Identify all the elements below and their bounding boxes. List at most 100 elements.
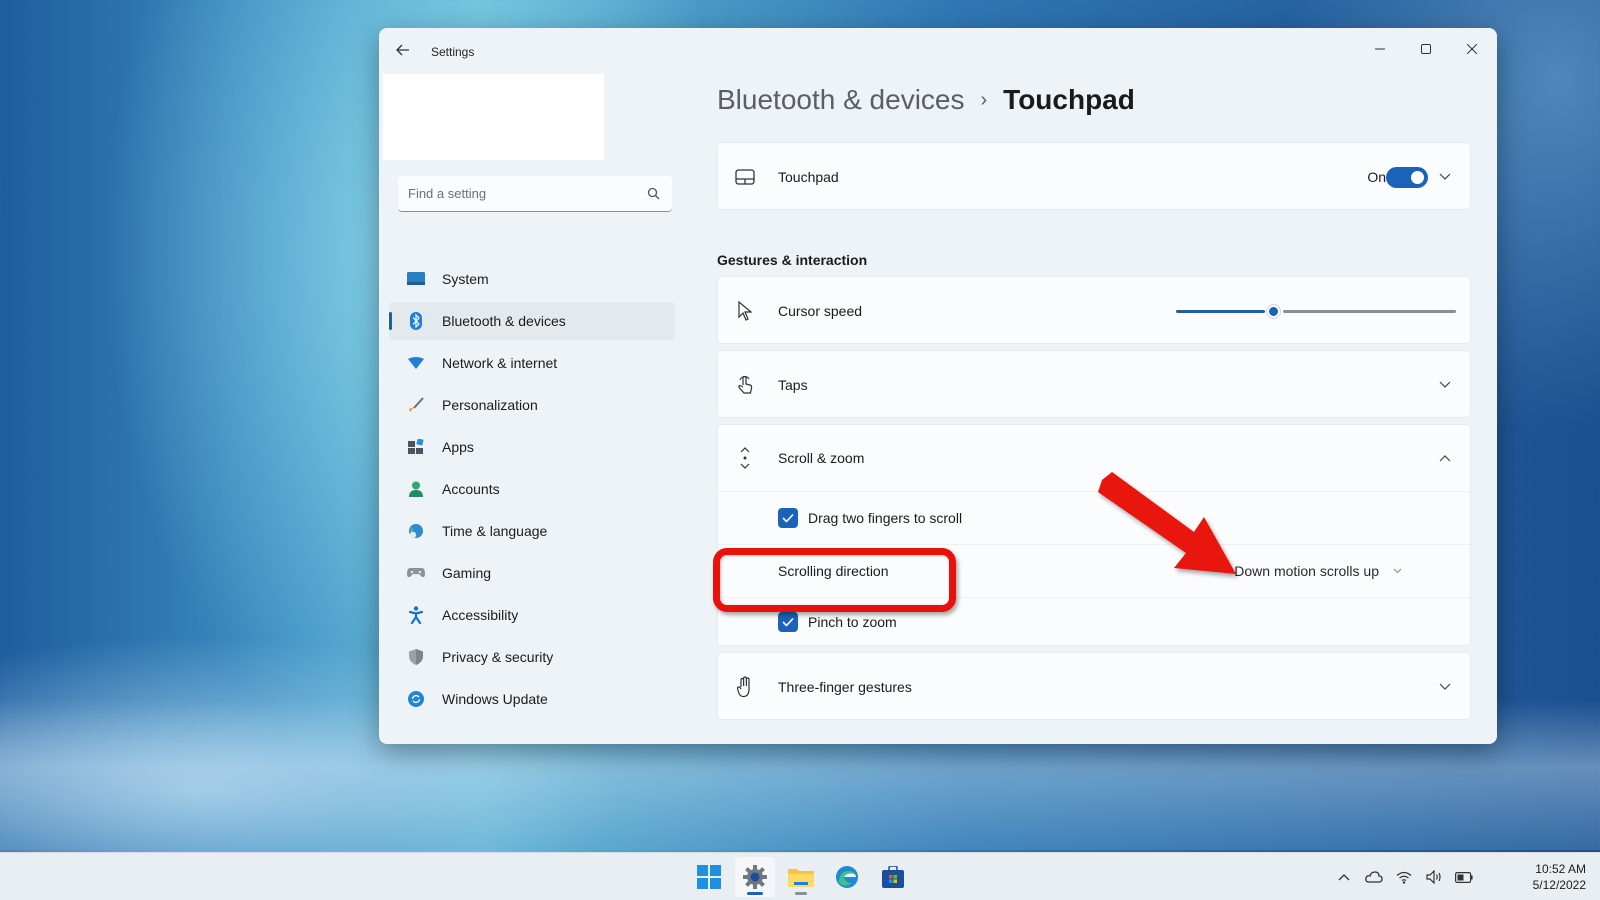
maximize-button[interactable] (1403, 34, 1449, 64)
touchpad-toggle[interactable] (1386, 166, 1428, 188)
person-icon (407, 480, 425, 498)
tap-icon (734, 374, 756, 396)
scrolling-direction-dropdown[interactable]: Down motion scrolls up (1226, 556, 1410, 586)
chevron-down-icon[interactable] (1436, 168, 1454, 186)
scroll-icon (734, 447, 756, 469)
sidebar-item-accessibility[interactable]: Accessibility (389, 596, 675, 634)
windows-start-icon (697, 865, 721, 889)
sidebar-item-windows-update[interactable]: Windows Update (389, 680, 675, 718)
three-finger-gestures-card[interactable]: Three-finger gestures (717, 652, 1471, 720)
taskbar-settings-button[interactable] (735, 857, 775, 897)
taskbar-store-button[interactable] (873, 857, 913, 897)
globe-clock-icon (407, 522, 425, 540)
shield-icon (407, 648, 425, 666)
breadcrumb-separator: › (980, 88, 988, 111)
taskbar-start-button[interactable] (689, 857, 729, 897)
sidebar-item-label: Time & language (442, 523, 548, 539)
sidebar-item-label: System (442, 271, 489, 287)
sidebar-item-apps[interactable]: Apps (389, 428, 675, 466)
taskbar-edge-button[interactable] (827, 857, 867, 897)
sidebar-item-label: Apps (442, 439, 474, 455)
search-box[interactable] (398, 176, 672, 212)
clock-time: 10:52 AM (1535, 862, 1586, 876)
three-finger-label: Three-finger gestures (778, 679, 912, 695)
sidebar-item-label: Gaming (442, 565, 492, 581)
onedrive-cloud-icon[interactable] (1364, 867, 1384, 887)
chevron-up-icon[interactable] (1334, 867, 1354, 887)
system-tray (1334, 853, 1474, 900)
sidebar-item-label: Personalization (442, 397, 538, 413)
battery-icon[interactable] (1454, 867, 1474, 887)
title-bar: Settings (379, 28, 1497, 76)
minimize-button[interactable] (1357, 34, 1403, 64)
breadcrumb-parent[interactable]: Bluetooth & devices (717, 84, 965, 116)
sidebar-item-label: Windows Update (442, 691, 548, 707)
sidebar-item-gaming[interactable]: Gaming (389, 554, 675, 592)
slider-track-fill (1176, 310, 1265, 313)
page-title: Touchpad (1003, 84, 1135, 115)
back-button[interactable] (391, 40, 415, 64)
bluetooth-icon (407, 312, 425, 330)
gamepad-icon (407, 564, 425, 582)
sidebar-item-label: Privacy & security (442, 649, 554, 665)
edge-browser-icon (836, 866, 858, 888)
taps-card[interactable]: Taps (717, 350, 1471, 418)
close-button[interactable] (1449, 34, 1495, 64)
cursor-speed-label: Cursor speed (778, 303, 863, 319)
touchpad-label: Touchpad (778, 169, 839, 185)
scroll-zoom-label: Scroll & zoom (778, 450, 865, 466)
cursor-speed-card: Cursor speed (717, 276, 1471, 344)
volume-icon[interactable] (1424, 867, 1444, 887)
pinch-to-zoom-label: Pinch to zoom (808, 614, 897, 630)
sidebar-item-label: Bluetooth & devices (442, 313, 566, 329)
taskbar: 10:52 AM 5/12/2022 (0, 852, 1600, 900)
sidebar-item-bluetooth-devices[interactable]: Bluetooth & devices (389, 302, 675, 340)
brush-icon (407, 396, 425, 414)
sidebar-nav: System Bluetooth & devices Network & int… (389, 260, 675, 722)
section-title: Gestures & interaction (717, 252, 868, 268)
app-title: Settings (431, 45, 475, 59)
cursor-speed-slider[interactable] (1176, 301, 1456, 321)
accessibility-icon (407, 606, 425, 624)
pinch-to-zoom-checkbox[interactable] (778, 612, 798, 632)
sidebar-item-label: Network & internet (442, 355, 558, 371)
drag-two-fingers-checkbox[interactable] (778, 508, 798, 528)
taps-label: Taps (778, 377, 808, 393)
profile-card[interactable] (383, 74, 604, 160)
store-icon (882, 866, 904, 888)
wifi-icon (407, 354, 425, 372)
search-icon[interactable] (646, 186, 662, 202)
touchpad-card[interactable]: Touchpad On (717, 142, 1471, 210)
apps-icon (407, 438, 425, 456)
chevron-down-icon[interactable] (1436, 376, 1454, 394)
clock-date: 5/12/2022 (1532, 878, 1586, 892)
maximize-icon (1421, 44, 1431, 54)
chevron-down-icon[interactable] (1436, 678, 1454, 696)
annotation-highlight-box (713, 548, 956, 612)
back-arrow-icon (396, 43, 410, 61)
sidebar-item-time-language[interactable]: Time & language (389, 512, 675, 550)
taskbar-clock[interactable]: 10:52 AM 5/12/2022 (1533, 861, 1586, 893)
sidebar-item-personalization[interactable]: Personalization (389, 386, 675, 424)
settings-window: Settings System Bluetooth & devic (379, 28, 1497, 744)
slider-thumb[interactable] (1267, 305, 1280, 318)
drag-two-fingers-label: Drag two fingers to scroll (808, 510, 963, 526)
cursor-icon (734, 300, 756, 322)
taskbar-file-explorer-button[interactable] (781, 857, 821, 897)
chevron-up-icon[interactable] (1436, 449, 1454, 467)
sidebar-item-network-internet[interactable]: Network & internet (389, 344, 675, 382)
settings-gear-icon (743, 865, 767, 889)
search-input[interactable] (408, 186, 646, 201)
sidebar-item-privacy-security[interactable]: Privacy & security (389, 638, 675, 676)
sidebar-item-system[interactable]: System (389, 260, 675, 298)
annotation-arrow-icon (1098, 472, 1236, 574)
chevron-down-icon (1393, 566, 1402, 577)
toggle-state-text: On (1367, 169, 1386, 185)
sidebar-item-label: Accounts (442, 481, 500, 497)
sidebar-item-accounts[interactable]: Accounts (389, 470, 675, 508)
breadcrumb: Bluetooth & devices › Touchpad (717, 84, 1135, 116)
dropdown-selected-value: Down motion scrolls up (1234, 563, 1379, 579)
update-icon (407, 690, 425, 708)
touchpad-icon (734, 166, 756, 188)
wifi-icon[interactable] (1394, 867, 1414, 887)
